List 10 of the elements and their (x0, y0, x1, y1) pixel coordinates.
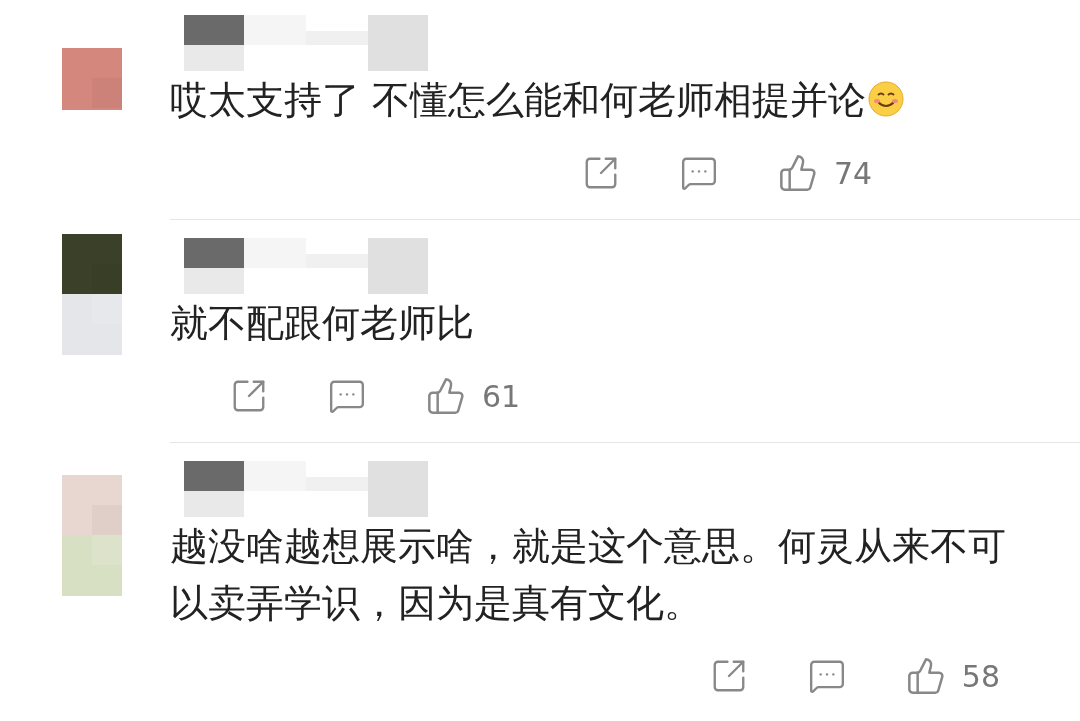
like-count: 58 (961, 658, 1000, 694)
comment-text: 就不配跟何老师比 (170, 300, 475, 347)
smile-emoji-icon (868, 81, 905, 117)
comment-text: 越没啥越想展示啥，就是这个意思。何灵从来不可以卖弄学识，因为是真有文化。 (170, 523, 1007, 627)
like-count: 74 (833, 155, 873, 191)
like-icon[interactable] (426, 376, 466, 416)
comment-text: 哎太支持了 不懂怎么能和何老师相提并论 (170, 72, 905, 129)
like-icon[interactable] (905, 656, 946, 696)
like-icon[interactable] (777, 153, 818, 193)
like-count: 61 (482, 378, 521, 414)
